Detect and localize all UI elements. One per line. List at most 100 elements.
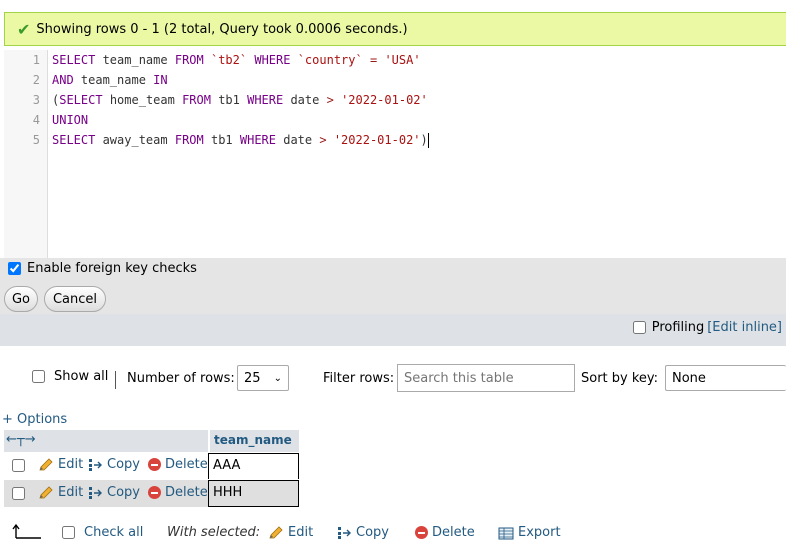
- bulk-copy-button[interactable]: Copy: [337, 525, 389, 540]
- chevron-down-icon: ⌄: [273, 372, 282, 384]
- delete-label: Delete: [165, 485, 208, 500]
- code-text: AND team_name IN: [52, 70, 168, 90]
- code-text: SELECT away_team FROM tb1 WHERE date > '…: [52, 130, 429, 150]
- column-header-team-name[interactable]: team_name: [209, 430, 299, 452]
- actions-header: ←┬→: [4, 430, 208, 452]
- cell-team-name[interactable]: AAA: [208, 453, 299, 479]
- sql-editor[interactable]: 1 SELECT team_name FROM `tb2` WHERE `coun…: [4, 50, 786, 258]
- arrow-up-left-icon: [12, 523, 41, 539]
- export-icon: [498, 527, 514, 539]
- foreign-key-label: Enable foreign key checks: [27, 261, 197, 276]
- rows-select-value: 25: [244, 370, 261, 386]
- code-text: UNION: [52, 110, 88, 130]
- profiling-label: Profiling: [651, 320, 705, 335]
- nav-divider: [115, 371, 116, 389]
- table-row: Edit Copy Delete AAA: [4, 453, 299, 479]
- rows-label: Number of rows:: [127, 371, 235, 386]
- line-number: 5: [32, 133, 40, 147]
- with-selected-label: With selected:: [167, 525, 261, 540]
- show-all-checkbox[interactable]: [32, 370, 45, 383]
- code-token: tb1: [210, 93, 248, 107]
- code-text: SELECT team_name FROM `tb2` WHERE `count…: [52, 50, 421, 70]
- row-checkbox[interactable]: [12, 459, 25, 472]
- bulk-delete-label: Delete: [432, 525, 475, 540]
- cell-value: AAA: [213, 458, 241, 473]
- code-token: FROM: [174, 53, 204, 67]
- code-token: `tb2`: [210, 53, 248, 67]
- code-line[interactable]: 5 SELECT away_team FROM tb1 WHERE date > …: [4, 130, 784, 150]
- filter-input[interactable]: Search this table: [397, 364, 575, 392]
- edit-label: Edit: [58, 457, 84, 472]
- code-token: date: [276, 133, 320, 147]
- row-checkbox[interactable]: [12, 487, 25, 500]
- sort-select-value: None: [672, 370, 706, 386]
- code-token: date: [283, 93, 327, 107]
- filter-label: Filter rows:: [323, 371, 395, 386]
- code-token: WHERE: [247, 93, 284, 107]
- code-token: '2022-01-02': [333, 133, 421, 147]
- check-all-label[interactable]: Check all: [84, 525, 143, 540]
- bulk-edit-label: Edit: [288, 525, 314, 540]
- code-token: '2022-01-02': [341, 93, 428, 107]
- code-line[interactable]: 1 SELECT team_name FROM `tb2` WHERE `coun…: [4, 50, 784, 70]
- code-token: >: [326, 93, 334, 107]
- bulk-copy-label: Copy: [356, 525, 389, 540]
- code-token: AND: [52, 73, 74, 87]
- row-copy-link[interactable]: Copy: [88, 457, 140, 472]
- checkmark-icon: ✔: [17, 19, 31, 39]
- row-edit-link[interactable]: Edit: [38, 457, 83, 472]
- success-text: Showing rows 0 - 1 (2 total, Query took …: [36, 21, 408, 37]
- code-token: 'USA': [384, 53, 421, 67]
- line-number: 3: [32, 93, 40, 107]
- copy-label: Copy: [107, 485, 140, 500]
- edit-label: Edit: [58, 485, 84, 500]
- code-token: ): [420, 133, 428, 147]
- cancel-button[interactable]: Cancel: [44, 286, 106, 312]
- code-token: WHERE: [239, 133, 276, 147]
- code-line[interactable]: 2 AND team_name IN: [4, 70, 784, 90]
- bulk-export-button[interactable]: Export: [498, 525, 561, 540]
- show-all-label: Show all: [54, 369, 109, 384]
- pencil-icon: [39, 457, 53, 470]
- code-line[interactable]: 4 UNION: [4, 110, 784, 130]
- bulk-delete-button[interactable]: Delete: [415, 525, 475, 540]
- profiling-checkbox[interactable]: [632, 321, 646, 334]
- row-copy-link[interactable]: Copy: [88, 485, 140, 500]
- sort-select[interactable]: None: [665, 365, 786, 391]
- row-delete-link[interactable]: Delete: [148, 457, 208, 472]
- code-line[interactable]: 3 (SELECT home_team FROM tb1 WHERE date >…: [4, 90, 784, 110]
- table-row: Edit Copy Delete HHH: [4, 480, 299, 507]
- code-token: >: [319, 133, 327, 147]
- code-token: home_team: [102, 93, 183, 107]
- code-token: SELECT: [52, 133, 96, 147]
- code-token: tb1: [203, 133, 240, 147]
- code-token: FROM: [182, 93, 211, 107]
- foreign-key-checkbox[interactable]: [8, 262, 21, 275]
- success-message: ✔ Showing rows 0 - 1 (2 total, Query too…: [4, 12, 786, 46]
- bulk-edit-button[interactable]: Edit: [268, 525, 313, 540]
- go-button[interactable]: Go: [4, 286, 38, 312]
- options-link[interactable]: + Options: [2, 412, 67, 427]
- cell-team-name[interactable]: HHH: [208, 480, 299, 507]
- code-token: IN: [153, 73, 168, 87]
- code-token: `country`: [297, 53, 363, 67]
- row-delete-link[interactable]: Delete: [148, 485, 208, 500]
- copy-icon: [89, 458, 102, 471]
- text-cursor: [427, 133, 429, 148]
- edit-inline-link[interactable]: [Edit inline]: [707, 320, 782, 335]
- code-text: (SELECT home_team FROM tb1 WHERE date > …: [52, 90, 428, 110]
- delete-icon: [148, 458, 161, 471]
- code-token: away_team: [95, 133, 175, 147]
- column-resize-arrows-icon[interactable]: ←┬→: [6, 432, 36, 447]
- row-edit-link[interactable]: Edit: [38, 485, 83, 500]
- bulk-export-label: Export: [518, 525, 561, 540]
- delete-icon: [415, 526, 428, 539]
- copy-label: Copy: [107, 457, 140, 472]
- rows-select[interactable]: 25 ⌄: [237, 365, 289, 391]
- code-token: FROM: [174, 133, 204, 147]
- check-all-checkbox[interactable]: [62, 526, 75, 539]
